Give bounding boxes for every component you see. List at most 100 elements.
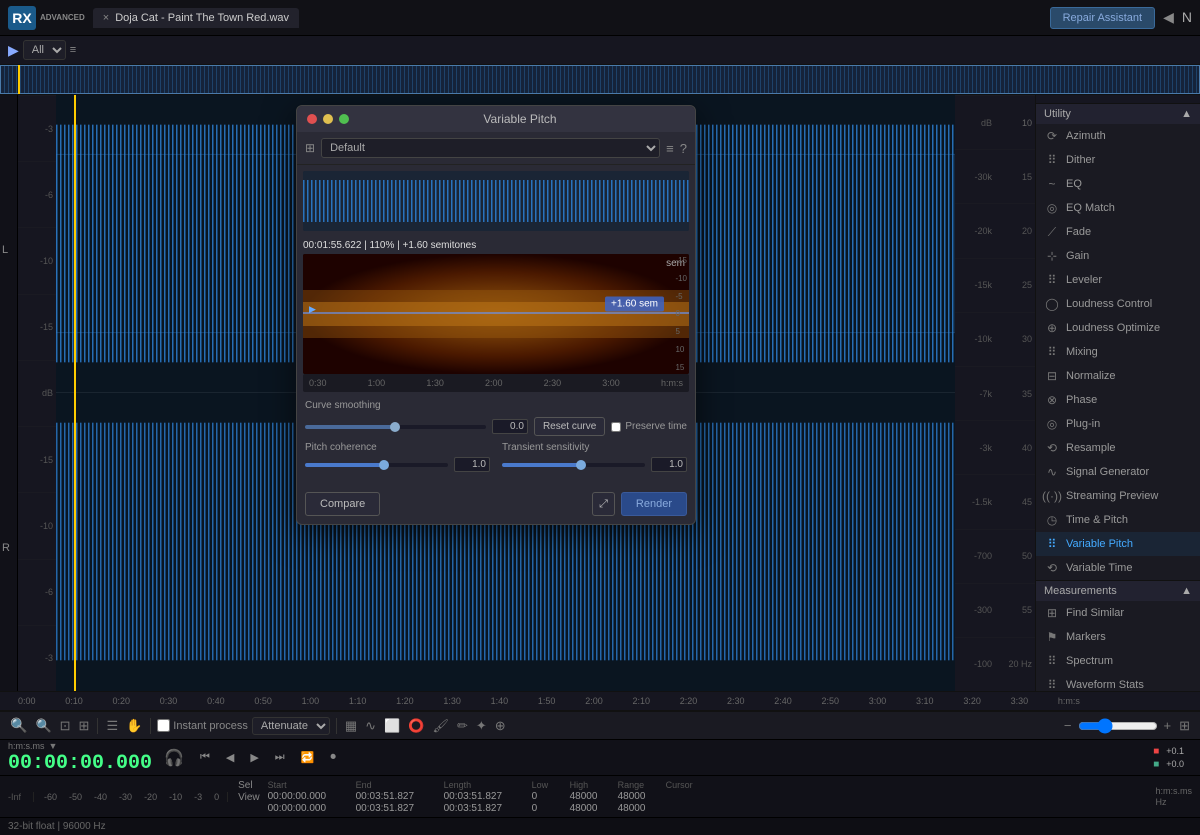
- play-forward-icon[interactable]: ▶: [246, 749, 262, 766]
- measurements-label: Measurements: [1044, 585, 1117, 597]
- vp-minimize-dot[interactable]: [323, 114, 333, 124]
- panel-item[interactable]: ◎ Plug-in: [1036, 412, 1200, 436]
- azimuth-icon: ⟳: [1044, 128, 1060, 144]
- timeline-mark: 0:20: [113, 696, 131, 706]
- skip-back-icon[interactable]: ⏮: [196, 749, 214, 766]
- repair-assistant-button[interactable]: Repair Assistant: [1050, 7, 1155, 29]
- hz-entry: 40: [995, 420, 1035, 474]
- timeline-mark: 0:30: [160, 696, 178, 706]
- panel-item[interactable]: ⟳ Azimuth: [1036, 124, 1200, 148]
- transient-sensitivity-slider[interactable]: [502, 463, 645, 467]
- panel-item[interactable]: ◷ Time & Pitch: [1036, 508, 1200, 532]
- panel-item[interactable]: ⠿ Waveform Stats: [1036, 673, 1200, 691]
- zoom-plus-icon[interactable]: +: [1162, 716, 1174, 735]
- db-entry: -10: [18, 227, 56, 293]
- reset-curve-button[interactable]: Reset curve: [534, 417, 605, 436]
- curve-smoothing-slider[interactable]: [305, 425, 486, 429]
- panel-item[interactable]: ◯ Loudness Control: [1036, 292, 1200, 316]
- panel-item[interactable]: ⊕ Loudness Optimize: [1036, 316, 1200, 340]
- info-bar: -Inf -60 -50 -40 -30 -20 -10 -3 0 Sel Vi…: [0, 775, 1200, 817]
- compare-button[interactable]: Compare: [305, 492, 380, 516]
- preserve-time-input[interactable]: [611, 422, 621, 432]
- pitch-coherence-value: 1.0: [454, 457, 490, 472]
- utility-collapse-icon[interactable]: ▲: [1181, 108, 1192, 120]
- measurements-collapse-icon[interactable]: ▲: [1181, 585, 1192, 597]
- vp-pitch-badge: +1.60 sem: [605, 297, 664, 312]
- panel-item[interactable]: ⠿ Mixing: [1036, 340, 1200, 364]
- menu-icon[interactable]: ≡: [70, 44, 76, 56]
- vp-pitch-line[interactable]: ▶: [303, 312, 689, 314]
- vp-titlebar: Variable Pitch: [297, 106, 695, 132]
- timeline-mark: 3:20: [963, 696, 981, 706]
- panel-item[interactable]: ⠿ Variable Pitch: [1036, 532, 1200, 556]
- vp-menu-icon[interactable]: ≡: [666, 141, 674, 156]
- utility-header[interactable]: Utility ▲: [1036, 104, 1200, 124]
- preserve-time-checkbox[interactable]: Preserve time: [611, 421, 687, 432]
- zoom-out-icon[interactable]: 🔍: [33, 716, 53, 736]
- panel-item[interactable]: ((·)) Streaming Preview: [1036, 484, 1200, 508]
- eraser-icon[interactable]: ✏: [455, 716, 470, 736]
- panel-item[interactable]: ◎ EQ Match: [1036, 196, 1200, 220]
- vp-help-icon[interactable]: ?: [680, 141, 687, 156]
- panel-item[interactable]: ∿ Signal Generator: [1036, 460, 1200, 484]
- lasso-icon[interactable]: ⭕: [406, 716, 426, 736]
- panel-item[interactable]: ⠿ Spectrum: [1036, 649, 1200, 673]
- panel-item[interactable]: ⊹ Gain: [1036, 244, 1200, 268]
- zoom-in-icon[interactable]: 🔍: [8, 715, 29, 736]
- meter-l-clip: ■: [1153, 746, 1163, 757]
- fit-zoom-icon[interactable]: ⊞: [1177, 716, 1192, 736]
- render-button[interactable]: Render: [621, 492, 687, 516]
- record-icon[interactable]: ⏺: [326, 749, 340, 766]
- brush-icon[interactable]: 🖌: [430, 716, 451, 736]
- zoom-minus-icon[interactable]: −: [1062, 716, 1074, 735]
- measurements-header[interactable]: Measurements ▲: [1036, 581, 1200, 601]
- phase-label: Phase: [1066, 394, 1097, 406]
- pan-tool-icon[interactable]: ☰: [104, 716, 120, 736]
- panel-item[interactable]: ⊟ Normalize: [1036, 364, 1200, 388]
- panel-item[interactable]: ⟋ Fade: [1036, 220, 1200, 244]
- panel-item[interactable]: ⟲ Resample: [1036, 436, 1200, 460]
- instant-process-label[interactable]: Instant process: [157, 719, 248, 732]
- panel-item[interactable]: ⊗ Phase: [1036, 388, 1200, 412]
- skip-forward-icon[interactable]: ⏭: [271, 749, 289, 766]
- loop-icon[interactable]: 🔁: [297, 749, 319, 766]
- neg-inf-label: -Inf: [4, 792, 34, 802]
- timecode-dropdown-icon[interactable]: ▼: [49, 741, 58, 751]
- attenuation-select[interactable]: Attenuate: [252, 717, 330, 735]
- hand-tool-icon[interactable]: ✋: [124, 716, 144, 736]
- panel-item[interactable]: ⠿ Leveler: [1036, 268, 1200, 292]
- nav-back-icon[interactable]: ◀: [1163, 9, 1174, 26]
- panel-item[interactable]: ⊞ Find Similar: [1036, 601, 1200, 625]
- selection-tool-icon[interactable]: ⊡: [58, 716, 73, 736]
- vp-maximize-dot[interactable]: [339, 114, 349, 124]
- timecode-format-row: h:m:s.ms ▼: [8, 741, 152, 751]
- tab-close[interactable]: ×: [103, 12, 109, 24]
- vp-close-dot[interactable]: [307, 114, 317, 124]
- curve-smoothing-value: 0.0: [492, 419, 528, 434]
- waveform-icon[interactable]: ∿: [363, 716, 378, 736]
- panel-item[interactable]: ⠿ Dither: [1036, 148, 1200, 172]
- file-tab[interactable]: × Doja Cat - Paint The Town Red.wav: [93, 8, 299, 28]
- transient-sensitivity-group: Transient sensitivity 1.0: [502, 442, 687, 478]
- resize-button[interactable]: ⤢: [592, 492, 615, 516]
- hz-entry: 50: [995, 529, 1035, 583]
- play-button[interactable]: ▶: [8, 42, 19, 59]
- pitch-coherence-slider[interactable]: [305, 463, 448, 467]
- headphones-icon[interactable]: 🎧: [160, 746, 188, 770]
- spectrogram-icon[interactable]: ▦: [343, 716, 359, 736]
- panel-scroll[interactable]: Utility ▲ ⟳ Azimuth ⠿ Dither ~ EQ ◎ EQ: [1036, 104, 1200, 691]
- zoom-slider[interactable]: [1078, 718, 1158, 734]
- stamp-icon[interactable]: ⊕: [493, 716, 508, 736]
- instant-process-checkbox[interactable]: [157, 719, 170, 732]
- magic-wand-icon[interactable]: ✦: [474, 716, 489, 736]
- vp-preset-select[interactable]: Default: [321, 138, 660, 158]
- panel-item[interactable]: ~ EQ: [1036, 172, 1200, 196]
- selection-type-icon[interactable]: ⬜: [382, 716, 402, 736]
- waveform-area[interactable]: Variable Pitch ⊞ Default ≡ ?: [56, 95, 955, 691]
- play-back-icon[interactable]: ◀: [222, 749, 238, 766]
- vp-spectrogram[interactable]: ▶ +1.60 sem sem -15-10-5051015: [303, 254, 689, 374]
- zoom-tool-icon[interactable]: ⊞: [77, 716, 92, 736]
- panel-item[interactable]: ⚑ Markers: [1036, 625, 1200, 649]
- panel-item[interactable]: ⟲ Variable Time: [1036, 556, 1200, 580]
- view-select[interactable]: All: [23, 40, 66, 60]
